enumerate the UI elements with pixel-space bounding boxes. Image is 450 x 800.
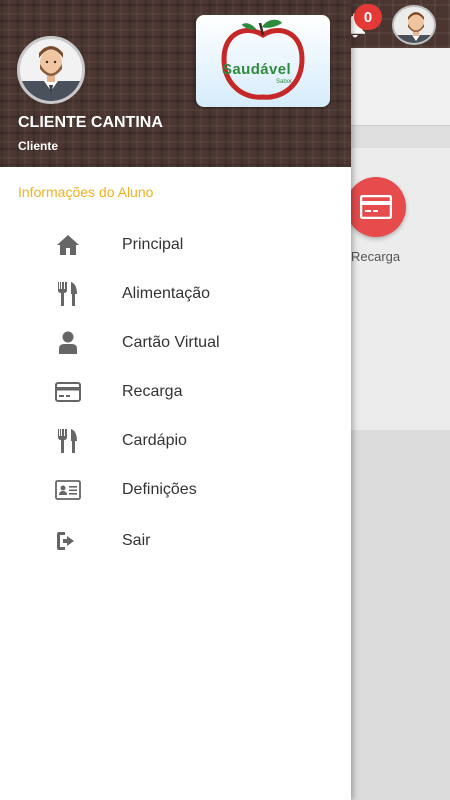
id-card-icon [55,477,81,503]
person-icon [55,330,81,356]
menu-item-sair[interactable]: Sair [0,516,351,565]
menu-label: Definições [122,480,197,498]
drawer-header: Saudável Sabor CLIENTE CANTINA Cliente [0,0,351,167]
fork-knife-icon [55,428,81,454]
brand-logo: Saudável Sabor [196,15,330,107]
menu-label: Recarga [122,382,183,400]
notification-badge: 0 [354,4,382,30]
user-role: Cliente [18,139,59,153]
logo-subtext: Sabor [276,79,293,85]
user-name: CLIENTE CANTINA [18,114,163,131]
menu-item-definicoes[interactable]: Definições [0,465,351,514]
menu-label: Principal [122,235,184,253]
menu-label: Cardápio [122,431,187,449]
navigation-drawer: Saudável Sabor CLIENTE CANTINA Cliente I… [0,0,351,800]
menu-item-cardapio[interactable]: Cardápio [0,416,351,465]
recarga-shortcut-button[interactable] [346,177,406,237]
credit-card-icon [360,195,392,219]
menu-label: Cartão Virtual [122,333,220,351]
logo-text: Saudável [222,61,292,78]
recarga-shortcut-label: Recarga [351,249,401,264]
menu-label: Sair [122,531,151,549]
home-icon [55,232,81,258]
logout-icon [55,528,81,554]
menu-item-alimentacao[interactable]: Alimentação [0,269,351,318]
menu-label: Alimentação [122,284,211,302]
profile-avatar[interactable] [392,5,436,45]
menu-item-cartao-virtual[interactable]: Cartão Virtual [0,318,351,367]
credit-card-icon [55,379,81,405]
fork-knife-icon [55,281,81,307]
section-title: Informações do Aluno [18,184,154,200]
menu-item-recarga[interactable]: Recarga [0,367,351,416]
menu-item-principal[interactable]: Principal [0,220,351,269]
user-avatar [17,36,85,104]
